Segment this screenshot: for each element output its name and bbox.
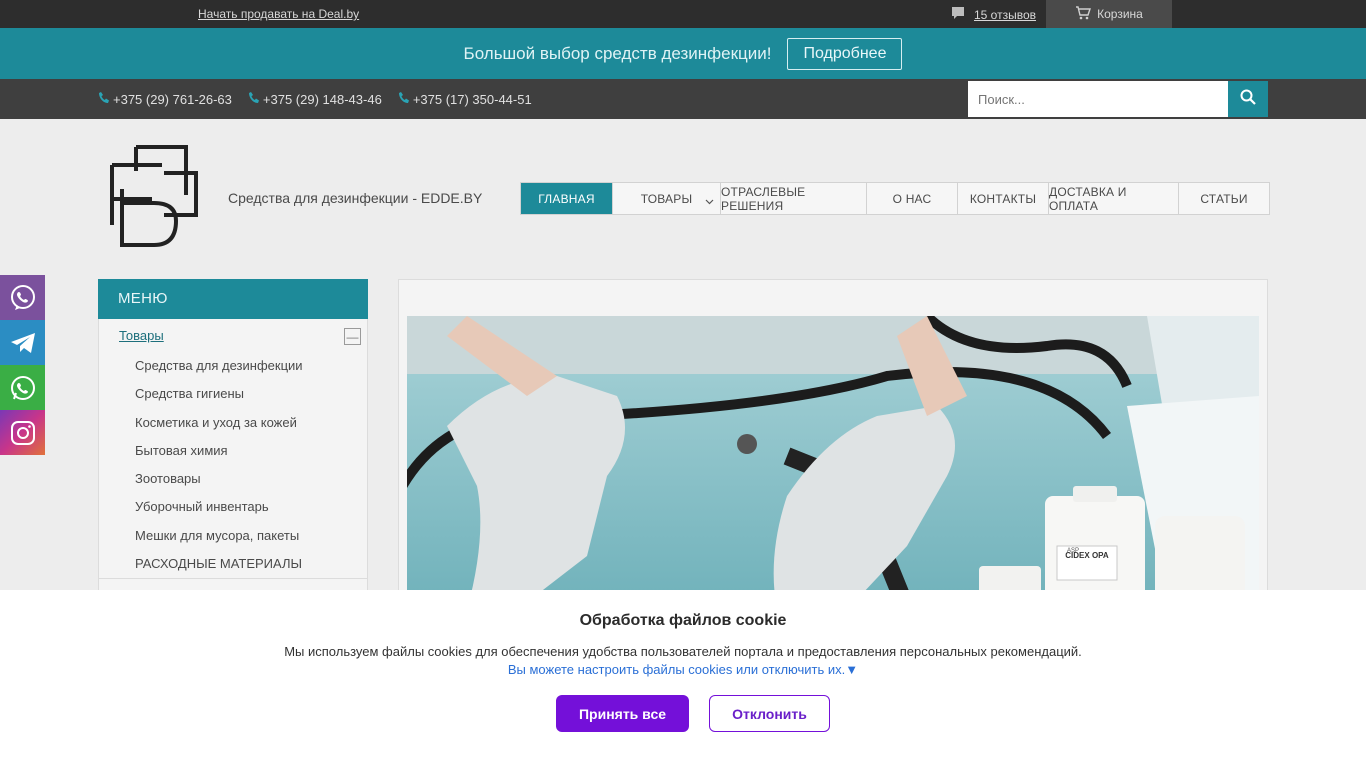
reviews-link[interactable]: 15 отзывов <box>950 5 1036 24</box>
main-content: CIDEX OPA ASP <box>398 279 1268 610</box>
contact-bar: +375 (29) 761-26-63 +375 (29) 148-43-46 … <box>0 79 1366 119</box>
sidebar-divider <box>99 578 367 579</box>
search-button[interactable] <box>1228 81 1268 117</box>
cookie-banner: Обработка файлов cookie Мы используем фа… <box>0 590 1366 768</box>
instagram-icon <box>10 420 35 445</box>
nav-about[interactable]: О НАС <box>867 183 958 214</box>
sidebar-title: МЕНЮ <box>98 279 368 319</box>
cookie-text: Мы используем файлы cookies для обеспече… <box>284 644 1082 659</box>
sidebar-item-cosmetics[interactable]: Косметика и уход за кожей <box>135 414 303 442</box>
phone-number: +375 (29) 761-26-63 <box>113 91 232 107</box>
hero-illustration: CIDEX OPA ASP <box>407 316 1259 610</box>
promo-banner: Большой выбор средств дезинфекции! Подро… <box>0 28 1366 79</box>
viber-button[interactable] <box>0 275 45 320</box>
nav-contacts[interactable]: КОНТАКТЫ <box>958 183 1049 214</box>
promo-text: Большой выбор средств дезинфекции! <box>463 43 772 63</box>
site-logo[interactable] <box>108 143 200 249</box>
sidebar-item-hygiene[interactable]: Средства гигиены <box>135 385 303 413</box>
cart-button[interactable]: Корзина <box>1046 0 1172 28</box>
main-nav: ГЛАВНАЯ ТОВАРЫ ОТРАСЛЕВЫЕ РЕШЕНИЯ О НАС … <box>520 182 1270 215</box>
search-icon <box>1240 89 1256 110</box>
sidebar-list: Средства для дезинфекции Средства гигиен… <box>135 357 303 583</box>
sidebar-item-cleaning[interactable]: Уборочный инвентарь <box>135 498 303 526</box>
phone-icon <box>98 91 110 107</box>
phone-1[interactable]: +375 (29) 761-26-63 <box>98 91 232 107</box>
phone-icon <box>248 91 260 107</box>
sidebar-item-household[interactable]: Бытовая химия <box>135 442 303 470</box>
top-bar: Начать продавать на Deal.by 15 отзывов К… <box>0 0 1366 28</box>
instagram-button[interactable] <box>0 410 45 455</box>
bottle-brand: ASP <box>1067 548 1079 554</box>
sidebar-item-pets[interactable]: Зоотовары <box>135 470 303 498</box>
hero-image: CIDEX OPA ASP <box>407 316 1259 610</box>
sidebar-item-consumables[interactable]: РАСХОДНЫЕ МАТЕРИАЛЫ <box>135 555 303 583</box>
sidebar-item-disinfectants[interactable]: Средства для дезинфекции <box>135 357 303 385</box>
nav-products[interactable]: ТОВАРЫ <box>613 183 721 214</box>
cookie-settings-link[interactable]: Вы можете настроить файлы cookies или от… <box>0 662 1366 677</box>
accept-all-button[interactable]: Принять все <box>556 695 689 732</box>
edde-logo-icon <box>110 145 198 247</box>
search-bar <box>968 81 1268 117</box>
whatsapp-icon <box>10 375 35 400</box>
phone-number: +375 (17) 350-44-51 <box>412 91 532 107</box>
phone-list: +375 (29) 761-26-63 +375 (29) 148-43-46 … <box>98 91 532 107</box>
nav-articles[interactable]: СТАТЬИ <box>1179 183 1269 214</box>
cart-icon <box>1075 5 1092 23</box>
sidebar-category-products[interactable]: Товары <box>119 328 164 343</box>
nav-products-label: ТОВАРЫ <box>640 191 693 206</box>
comment-icon <box>950 5 966 24</box>
promo-more-button[interactable]: Подробнее <box>787 37 903 70</box>
telegram-button[interactable] <box>0 320 45 365</box>
site-tagline: Средства для дезинфекции - EDDE.BY <box>228 190 483 206</box>
whatsapp-button[interactable] <box>0 365 45 410</box>
nav-industry-solutions[interactable]: ОТРАСЛЕВЫЕ РЕШЕНИЯ <box>721 183 867 214</box>
collapse-toggle[interactable]: — <box>344 328 361 345</box>
phone-number: +375 (29) 148-43-46 <box>262 91 382 107</box>
cookie-title: Обработка файлов cookie <box>579 612 787 629</box>
nav-home[interactable]: ГЛАВНАЯ <box>521 183 613 214</box>
viber-icon <box>10 284 35 310</box>
phone-3[interactable]: +375 (17) 350-44-51 <box>398 91 532 107</box>
decline-button[interactable]: Отклонить <box>709 695 830 732</box>
nav-delivery[interactable]: ДОСТАВКА И ОПЛАТА <box>1049 183 1179 214</box>
search-input[interactable] <box>968 81 1228 117</box>
sidebar-menu: Товары — Средства для дезинфекции Средст… <box>98 319 368 609</box>
phone-icon <box>398 91 410 107</box>
telegram-icon <box>10 332 35 353</box>
sell-on-deal-link[interactable]: Начать продавать на Deal.by <box>198 7 359 21</box>
cart-label: Корзина <box>1097 7 1143 21</box>
sidebar-item-bags[interactable]: Мешки для мусора, пакеты <box>135 527 303 555</box>
phone-2[interactable]: +375 (29) 148-43-46 <box>248 91 382 107</box>
chevron-down-icon <box>705 194 714 208</box>
reviews-label: 15 отзывов <box>974 7 1037 22</box>
